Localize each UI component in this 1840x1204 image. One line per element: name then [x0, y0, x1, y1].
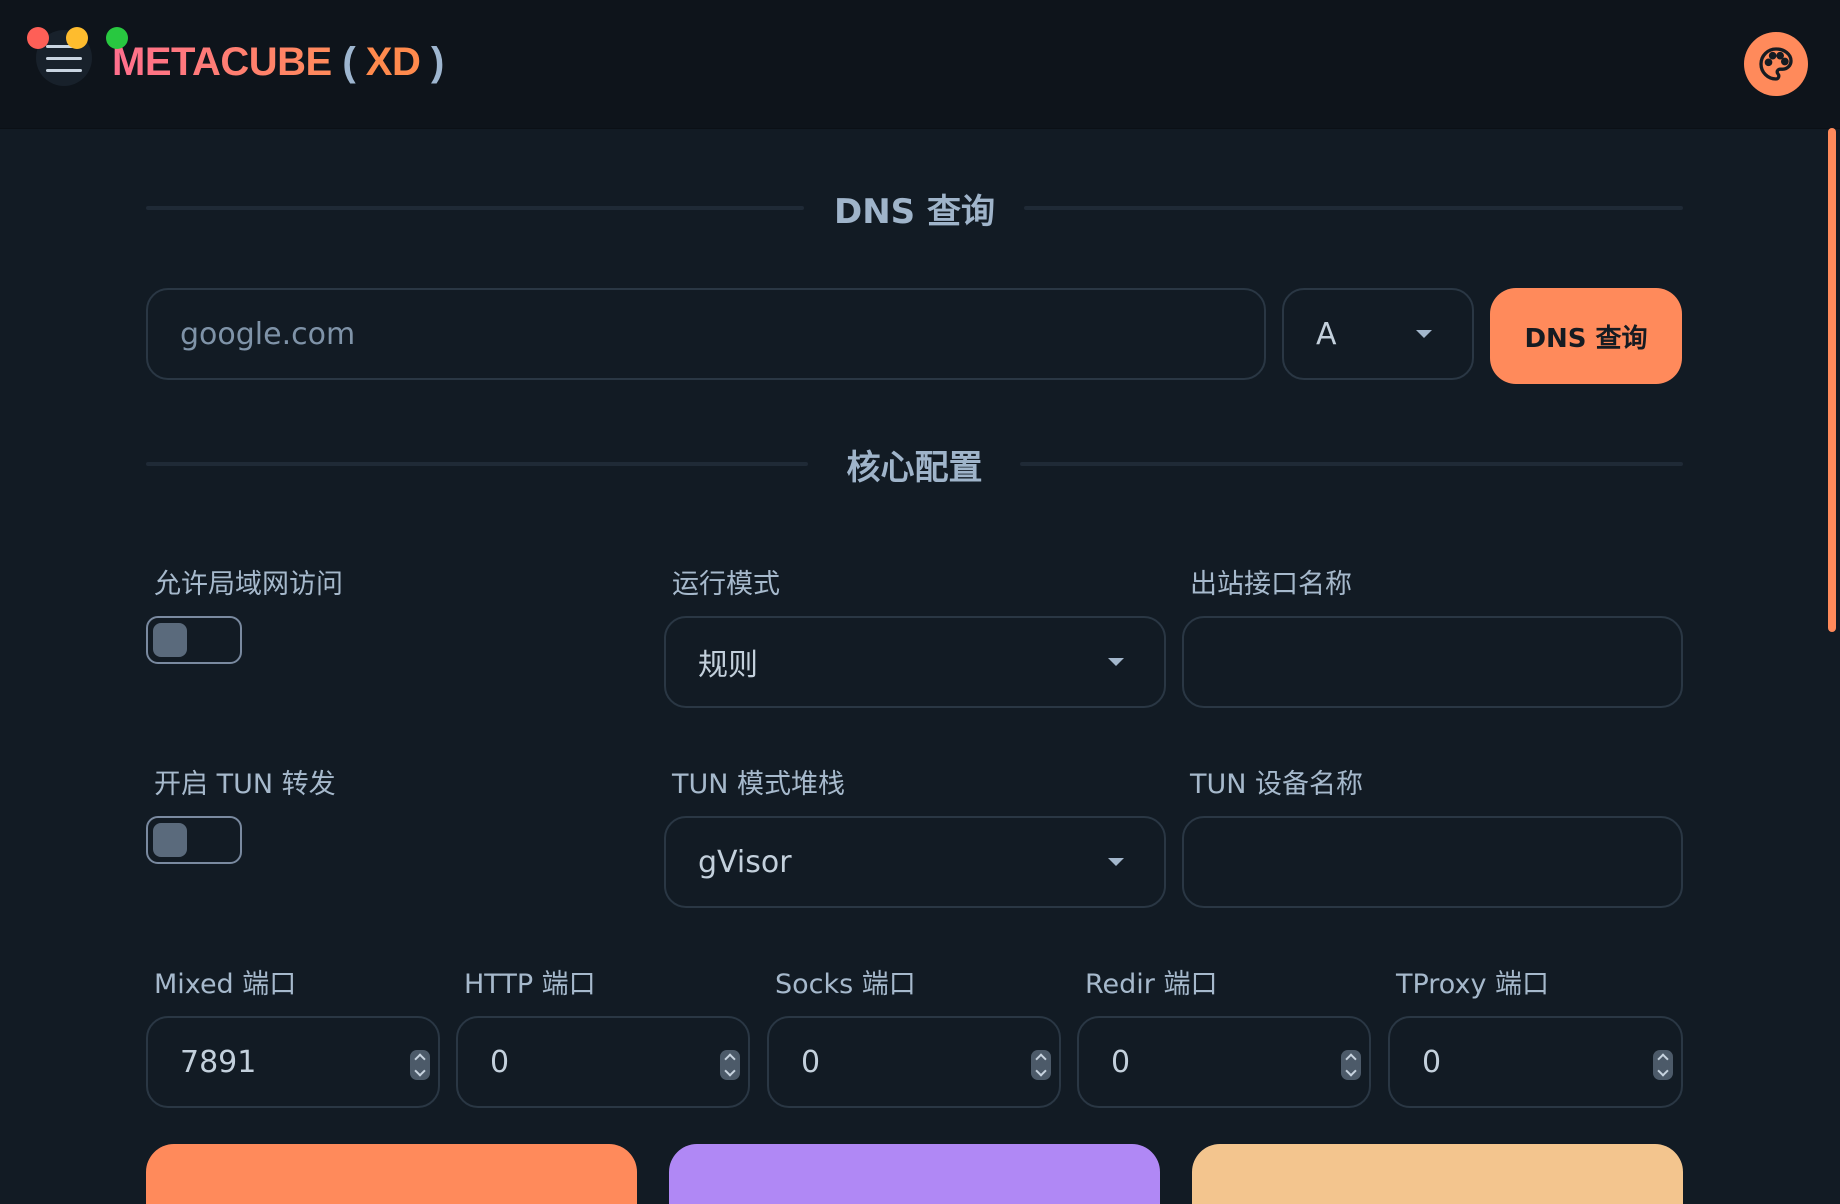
action-button-peach[interactable]	[1192, 1144, 1683, 1204]
tun-stack-label: TUN 模式堆栈	[672, 769, 846, 800]
brand-logo[interactable]: METACUBE ( XD )	[112, 40, 444, 85]
dns-section-title: DNS 查询	[833, 192, 995, 232]
socks-port-input[interactable]: 0	[767, 1016, 1061, 1108]
chevron-down-icon	[1108, 858, 1124, 866]
window-close-button[interactable]	[27, 27, 49, 49]
window-zoom-button[interactable]	[106, 27, 128, 49]
mode-label: 运行模式	[672, 569, 780, 600]
http-port-label: HTTP 端口	[464, 969, 596, 1000]
tun-enable-toggle[interactable]	[146, 816, 242, 864]
tproxy-port-label: TProxy 端口	[1396, 969, 1550, 1000]
tun-device-input[interactable]	[1182, 816, 1683, 908]
tun-stack-select[interactable]: gVisor	[664, 816, 1166, 908]
dns-domain-input[interactable]: google.com	[146, 288, 1266, 380]
redir-port-label: Redir 端口	[1085, 969, 1218, 1000]
dns-record-type-select[interactable]: A	[1282, 288, 1474, 380]
interface-name-label: 出站接口名称	[1190, 569, 1352, 600]
number-stepper[interactable]	[1653, 1050, 1673, 1080]
core-section-title: 核心配置	[846, 448, 983, 488]
mixed-port-input[interactable]: 7891	[146, 1016, 440, 1108]
window-minimize-button[interactable]	[66, 27, 88, 49]
tproxy-port-input[interactable]: 0	[1388, 1016, 1683, 1108]
socks-port-label: Socks 端口	[775, 969, 916, 1000]
scrollbar-thumb[interactable]	[1828, 128, 1836, 632]
http-port-input[interactable]: 0	[456, 1016, 750, 1108]
interface-name-input[interactable]	[1182, 616, 1683, 708]
dns-section-divider: DNS 查询	[146, 192, 1683, 232]
top-navbar: METACUBE ( XD )	[0, 0, 1840, 129]
action-button-orange[interactable]	[146, 1144, 637, 1204]
chevron-down-icon	[1108, 658, 1124, 666]
allow-lan-toggle[interactable]	[146, 616, 242, 664]
mode-select[interactable]: 规则	[664, 616, 1166, 708]
number-stepper[interactable]	[720, 1050, 740, 1080]
tun-device-label: TUN 设备名称	[1190, 769, 1364, 800]
redir-port-input[interactable]: 0	[1077, 1016, 1371, 1108]
mixed-port-label: Mixed 端口	[154, 969, 297, 1000]
number-stepper[interactable]	[1031, 1050, 1051, 1080]
core-section-divider: 核心配置	[146, 448, 1683, 488]
chevron-down-icon	[1416, 330, 1432, 338]
number-stepper[interactable]	[410, 1050, 430, 1080]
tun-enable-label: 开启 TUN 转发	[154, 769, 336, 800]
allow-lan-label: 允许局域网访问	[154, 569, 343, 600]
action-button-purple[interactable]	[669, 1144, 1160, 1204]
palette-icon	[1759, 47, 1793, 81]
theme-button[interactable]	[1744, 32, 1808, 96]
number-stepper[interactable]	[1341, 1050, 1361, 1080]
dns-query-button[interactable]: DNS 查询	[1490, 288, 1682, 384]
